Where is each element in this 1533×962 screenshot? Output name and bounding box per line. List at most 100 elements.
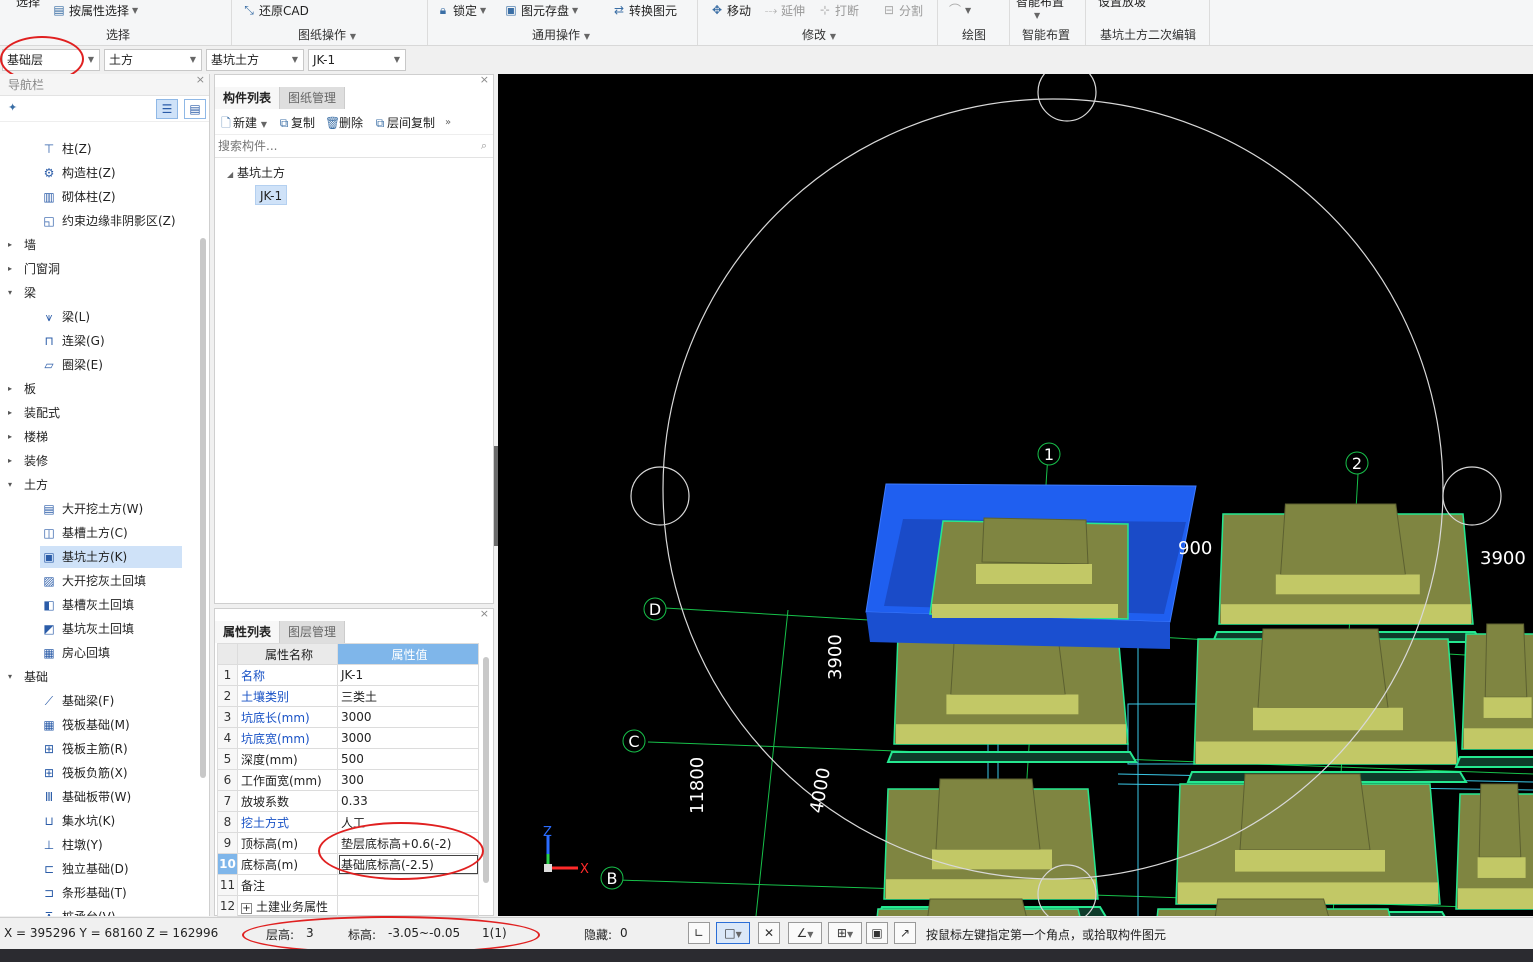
display-button[interactable]: ▣ <box>866 922 888 944</box>
convert-element-button[interactable]: ⇄ 转换图元 <box>612 1 677 19</box>
delete-button[interactable]: 🗑︎删除 <box>325 114 363 131</box>
expand-down-icon[interactable]: ▾ <box>8 666 18 688</box>
property-select-button[interactable]: ▤ 按属性选择 ▼ <box>52 1 138 19</box>
nav-category[interactable]: ▾ 梁 <box>8 282 36 304</box>
move-button[interactable]: ✥ 移动 <box>710 1 751 19</box>
search-icon[interactable]: ⌕ <box>481 139 487 153</box>
property-value[interactable]: 三类土 <box>337 685 479 707</box>
split-button[interactable]: ⊟ 分割 <box>882 1 923 19</box>
property-value[interactable] <box>337 895 479 917</box>
list-view-icon[interactable]: ☰ <box>156 99 178 119</box>
set-slope-button[interactable]: 设置放坡 <box>1098 0 1146 10</box>
close-icon[interactable]: × <box>196 73 205 86</box>
expand-down-icon[interactable]: ▾ <box>8 474 18 496</box>
expand-down-icon[interactable]: ▾ <box>8 282 18 304</box>
pin-icon[interactable]: ✦ <box>8 101 17 114</box>
expand-arrow-icon[interactable]: ◢ <box>227 170 233 179</box>
new-button[interactable]: 🗋︎ 新建 ▼ <box>219 114 267 131</box>
nav-item[interactable]: ▦ 筏板基础(M) <box>40 714 182 736</box>
extend-button[interactable]: ⤏ 延伸 <box>764 1 805 19</box>
property-row[interactable]: 7 放坡系数 0.33 <box>217 790 479 812</box>
selected-pit[interactable] <box>865 483 1197 649</box>
expand-right-icon[interactable]: ▸ <box>8 378 18 400</box>
nav-item[interactable]: Ⅲ 基础板带(W) <box>40 786 182 808</box>
close-icon[interactable]: × <box>480 73 489 86</box>
nav-item[interactable]: ⊞ 筏板负筋(X) <box>40 762 182 784</box>
component-select[interactable]: JK-1 ▼ <box>308 49 406 71</box>
property-row[interactable]: 4 坑底宽(mm) 3000 <box>217 727 479 749</box>
angle-button[interactable]: ∠▼ <box>788 922 822 944</box>
property-value[interactable]: 500 <box>337 748 479 770</box>
nav-item[interactable]: ◱ 约束边缘非阴影区(Z) <box>40 210 182 232</box>
tab-component-list[interactable]: 构件列表 <box>215 87 281 109</box>
property-row[interactable]: 3 坑底长(mm) 3000 <box>217 706 479 728</box>
nav-item[interactable]: ▣ 基坑土方(K) <box>40 546 182 568</box>
nav-item[interactable]: ⊐ 条形基础(T) <box>40 882 182 904</box>
tab-layer-manager[interactable]: 图层管理 <box>280 621 346 643</box>
nav-category[interactable]: ▸ 墙 <box>8 234 36 256</box>
nav-item[interactable]: ⩛ 梁(L) <box>40 306 182 328</box>
tree-group[interactable]: ◢ 基坑土方 <box>227 163 285 183</box>
nav-item[interactable]: ⊥ 柱墩(Y) <box>40 834 182 856</box>
more-icon[interactable]: » <box>445 117 451 128</box>
nav-item[interactable]: ⊓ 连梁(G) <box>40 330 182 352</box>
smart-layout-caret[interactable]: ▼ <box>1034 6 1040 24</box>
restore-cad-button[interactable]: ⤡ 还原CAD <box>242 1 309 19</box>
nav-category[interactable]: ▸ 装配式 <box>8 402 60 424</box>
nav-item[interactable]: ◫ 基槽土方(C) <box>40 522 182 544</box>
property-value[interactable]: JK-1 <box>337 664 479 686</box>
property-row[interactable]: 5 深度(mm) 500 <box>217 748 479 770</box>
property-row[interactable]: 2 土壤类别 三类土 <box>217 685 479 707</box>
property-row[interactable]: 1 名称 JK-1 <box>217 664 479 686</box>
type-select[interactable]: 基坑土方 ▼ <box>206 49 304 71</box>
property-row[interactable]: 6 工作面宽(mm) 300 <box>217 769 479 791</box>
nav-item[interactable]: ▥ 砌体柱(Z) <box>40 186 182 208</box>
search-input[interactable] <box>215 136 465 156</box>
draw-arc-button[interactable]: ⌒ ▼ <box>948 1 971 19</box>
nav-category[interactable]: ▸ 装修 <box>8 450 48 472</box>
floor-copy-button[interactable]: ⧉ 层间复制 <box>373 114 435 131</box>
nav-item[interactable]: ◧ 基槽灰土回填 <box>40 594 182 616</box>
category-select[interactable]: 土方 ▼ <box>104 49 202 71</box>
nav-item[interactable]: ⊤ 柱(Z) <box>40 138 182 160</box>
save-element-button[interactable]: ▣ 图元存盘 ▼ <box>504 1 578 19</box>
copy-button[interactable]: ⧉ 复制 <box>277 114 315 131</box>
tab-property-list[interactable]: 属性列表 <box>215 621 281 643</box>
expand-right-icon[interactable]: ▸ <box>8 450 18 472</box>
lock-button[interactable]: 🔒︎ 锁定 ▼ <box>436 1 486 19</box>
expand-right-icon[interactable]: ▸ <box>8 426 18 448</box>
nav-item[interactable]: ⊔ 集水坑(K) <box>40 810 182 832</box>
dynamic-input-button[interactable]: ✕ <box>758 922 780 944</box>
select-button[interactable]: 选择 <box>16 0 40 10</box>
close-icon[interactable]: × <box>480 607 489 620</box>
expand-right-icon[interactable]: ▸ <box>8 258 18 280</box>
property-row[interactable]: 11 备注 <box>217 874 479 896</box>
nav-category[interactable]: ▾ 基础 <box>8 666 48 688</box>
nav-item[interactable]: ⊼ 桩承台(V) <box>40 906 182 916</box>
viewport-canvas[interactable]: 1 2DCB 3900390090011800 4000 ZX <box>498 74 1533 916</box>
nav-item[interactable]: ▱ 圈梁(E) <box>40 354 182 376</box>
offset-button[interactable]: ⊞▼ <box>828 922 862 944</box>
nav-item[interactable]: ⊞ 筏板主筋(R) <box>40 738 182 760</box>
property-value[interactable]: 3000 <box>337 706 479 728</box>
break-button[interactable]: ⊹ 打断 <box>818 1 859 19</box>
3d-viewport[interactable]: 12DCB 3900 3900 900 11800 4000 ZX <box>498 74 1533 916</box>
nav-item[interactable]: ◩ 基坑灰土回填 <box>40 618 182 640</box>
nav-item[interactable]: ▦ 房心回填 <box>40 642 182 664</box>
expand-right-icon[interactable]: ▸ <box>8 402 18 424</box>
expand-plus-icon[interactable]: + <box>241 902 252 914</box>
property-value[interactable]: 300 <box>337 769 479 791</box>
ortho-toggle-button[interactable]: ∟ <box>688 922 710 944</box>
nav-scrollbar[interactable] <box>200 238 206 778</box>
nav-item[interactable]: ⚙ 构造柱(Z) <box>40 162 182 184</box>
nav-item[interactable]: ▤ 大开挖土方(W) <box>40 498 182 520</box>
property-row[interactable]: 12 + 土建业务属性 <box>217 895 479 917</box>
tree-item-jk1[interactable]: JK-1 <box>255 185 288 205</box>
property-value[interactable]: 3000 <box>337 727 479 749</box>
nav-category[interactable]: ▸ 门窗洞 <box>8 258 60 280</box>
nav-item[interactable]: ⊏ 独立基础(D) <box>40 858 182 880</box>
nav-item[interactable]: ▨ 大开挖灰土回填 <box>40 570 182 592</box>
snap-toggle-button[interactable]: □▼ <box>716 922 750 944</box>
expand-right-icon[interactable]: ▸ <box>8 234 18 256</box>
property-value[interactable]: 0.33 <box>337 790 479 812</box>
